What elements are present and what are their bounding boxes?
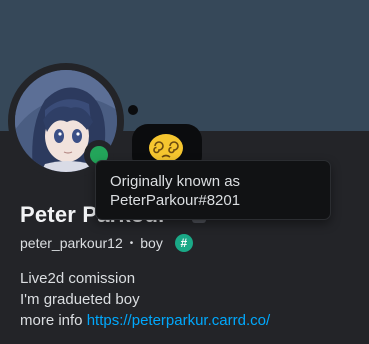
bio: Live2d comission I'm gradueted boy more … xyxy=(20,268,270,331)
separator: • xyxy=(129,237,134,249)
bio-line-2: I'm gradueted boy xyxy=(20,291,140,308)
hashtag-badge-icon[interactable]: # xyxy=(174,234,193,252)
tooltip-line-2: PeterParkour#8201 xyxy=(110,192,241,209)
thought-bubble-dot xyxy=(128,105,138,115)
tooltip-line-1: Originally known as xyxy=(110,173,241,190)
bio-link[interactable]: https://peterparkur.carrd.co/ xyxy=(87,312,270,329)
bio-line-1: Live2d comission xyxy=(20,270,136,287)
username[interactable]: peter_parkour12 xyxy=(20,235,123,251)
bio-line-3-prefix: more info xyxy=(20,312,87,329)
pronouns: boy xyxy=(140,235,163,251)
bio-line-3: more info https://peterparkur.carrd.co/ xyxy=(20,310,270,331)
dizzy-face-emoji-icon xyxy=(149,134,183,162)
username-row: peter_parkour12 • boy # xyxy=(20,234,193,252)
previous-name-tooltip: Originally known as PeterParkour#8201 xyxy=(95,160,331,220)
